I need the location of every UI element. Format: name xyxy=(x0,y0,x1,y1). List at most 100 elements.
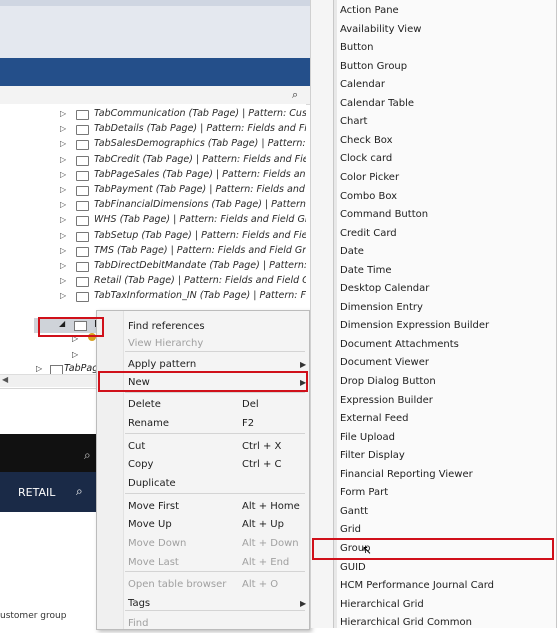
expand-arrow-icon[interactable]: ▷ xyxy=(60,246,66,255)
editor-title-strip xyxy=(0,0,310,6)
child-node-arrow-icon[interactable]: ▷ xyxy=(72,350,78,364)
menu-item-move-first[interactable]: Move First Alt + Home xyxy=(97,498,309,516)
new-menu-item-dimension-expression-builder[interactable]: Dimension Expression Builder xyxy=(340,317,552,335)
new-menu-item-command-button[interactable]: Command Button xyxy=(340,206,552,224)
new-menu-item-document-viewer[interactable]: Document Viewer xyxy=(340,354,552,372)
expand-arrow-icon[interactable]: ▷ xyxy=(60,231,66,240)
menu-item-tags[interactable]: Tags ▶ xyxy=(97,595,309,613)
menu-item-label: External Feed xyxy=(340,413,409,425)
folder-icon xyxy=(76,292,89,303)
new-menu-item-availability-view[interactable]: Availability View xyxy=(340,21,552,39)
nav-header xyxy=(0,434,96,472)
expand-arrow-icon[interactable]: ▷ xyxy=(60,215,66,224)
new-menu-item-form-part[interactable]: Form Part xyxy=(340,484,552,502)
menu-item-shortcut: Ctrl + C xyxy=(242,459,282,470)
new-menu-item-hierarchical-grid[interactable]: Hierarchical Grid xyxy=(340,596,552,614)
tree-node[interactable]: ▷ Retail (Tab Page) | Pattern: Fields and… xyxy=(0,274,306,289)
tree-node-label: TabDirectDebitMandate (Tab Page) | Patte… xyxy=(94,260,306,271)
new-menu-item-credit-card[interactable]: Credit Card xyxy=(340,225,552,243)
new-menu-item-file-upload[interactable]: File Upload xyxy=(340,429,552,447)
menu-item-move-up[interactable]: Move Up Alt + Up xyxy=(97,516,309,534)
new-item-highlight xyxy=(98,371,308,392)
new-menu-item-hcm-performance-journal-card[interactable]: HCM Performance Journal Card xyxy=(340,577,552,595)
new-submenu: Action Pane Availability View Button Button… xyxy=(333,0,557,628)
new-menu-item-filter-display[interactable]: Filter Display xyxy=(340,447,552,465)
new-menu-item-drop-dialog-button[interactable]: Drop Dialog Button xyxy=(340,373,552,391)
new-menu-item-expression-builder[interactable]: Expression Builder xyxy=(340,392,552,410)
tree-node[interactable]: ▷ TabDetails (Tab Page) | Pattern: Fields… xyxy=(0,122,306,137)
new-menu-item-hierarchical-grid-common[interactable]: Hierarchical Grid Common xyxy=(340,614,552,632)
search-icon[interactable]: ⌕ xyxy=(76,484,83,499)
retail-nav-label[interactable]: RETAIL xyxy=(18,486,55,499)
expand-arrow-icon[interactable]: ▷ xyxy=(60,124,66,133)
menu-separator xyxy=(125,433,305,434)
expand-arrow-icon[interactable]: ▷ xyxy=(60,170,66,179)
menu-item-delete[interactable]: Delete Del xyxy=(97,396,309,414)
new-menu-item-color-picker[interactable]: Color Picker xyxy=(340,169,552,187)
new-menu-item-financial-reporting-viewer[interactable]: Financial Reporting Viewer xyxy=(340,466,552,484)
expand-arrow-icon[interactable]: ▷ xyxy=(60,291,66,300)
menu-item-label: Date Time xyxy=(340,264,392,276)
expand-arrow-icon[interactable]: ▷ xyxy=(60,155,66,164)
new-menu-item-button-group[interactable]: Button Group xyxy=(340,58,552,76)
menu-item-duplicate[interactable]: Duplicate xyxy=(97,475,309,493)
submenu-gutter xyxy=(311,0,333,628)
new-menu-item-external-feed[interactable]: External Feed xyxy=(340,410,552,428)
new-menu-item-calendar-table[interactable]: Calendar Table xyxy=(340,95,552,113)
new-menu-item-clock-card[interactable]: Clock card xyxy=(340,150,552,168)
search-icon[interactable]: ⌕ xyxy=(84,448,91,463)
expand-arrow-icon[interactable]: ▷ xyxy=(60,200,66,209)
menu-item-shortcut: Alt + Home xyxy=(242,501,300,512)
new-menu-item-document-attachments[interactable]: Document Attachments xyxy=(340,336,552,354)
folder-icon xyxy=(76,170,89,181)
new-menu-item-grid[interactable]: Grid xyxy=(340,521,552,539)
tree-node[interactable]: ▷ TabPageSales (Tab Page) | Pattern: Fiel… xyxy=(0,168,306,183)
new-menu-item-chart[interactable]: Chart xyxy=(340,113,552,131)
menu-item-shortcut: Alt + Down xyxy=(242,538,299,549)
new-menu-item-guid[interactable]: GUID xyxy=(340,559,552,577)
tree-search-bar[interactable] xyxy=(0,86,310,105)
selected-node-highlight xyxy=(38,317,104,337)
new-menu-item-action-pane[interactable]: Action Pane xyxy=(340,2,552,20)
tree-node[interactable]: ▷ TabSalesDemographics (Tab Page) | Patte… xyxy=(0,137,306,152)
new-menu-item-gantt[interactable]: Gantt xyxy=(340,503,552,521)
new-menu-item-check-box[interactable]: Check Box xyxy=(340,132,552,150)
menu-item-copy[interactable]: Copy Ctrl + C xyxy=(97,456,309,474)
tree-node[interactable]: ▷ WHS (Tab Page) | Pattern: Fields and Fi… xyxy=(0,213,306,228)
folder-icon xyxy=(76,186,89,196)
menu-item-find-references[interactable]: Find references xyxy=(97,318,309,336)
new-menu-item-date-time[interactable]: Date Time xyxy=(340,262,552,280)
new-menu-item-button[interactable]: Button xyxy=(340,39,552,57)
menu-item-move-down: Move Down Alt + Down xyxy=(97,535,309,553)
new-menu-item-combo-box[interactable]: Combo Box xyxy=(340,188,552,206)
tree-node[interactable]: ▷ TabPayment (Tab Page) | Pattern: Fields… xyxy=(0,183,306,198)
editor-toolbar xyxy=(0,58,310,86)
expand-arrow-icon[interactable]: ▷ xyxy=(60,109,66,118)
tree-node[interactable]: ▷ TabCommunication (Tab Page) | Pattern: … xyxy=(0,107,306,122)
expand-arrow-icon[interactable]: ▷ xyxy=(60,261,66,270)
new-menu-item-date[interactable]: Date xyxy=(340,243,552,261)
tree-node-label: TabDetails (Tab Page) | Pattern: Fields … xyxy=(94,123,306,135)
tree-node[interactable]: ▷ TabSetup (Tab Page) | Pattern: Fields a… xyxy=(0,229,306,244)
new-menu-item-desktop-calendar[interactable]: Desktop Calendar xyxy=(340,280,552,298)
tree-node[interactable]: ▷ TabDirectDebitMandate (Tab Page) | Patt… xyxy=(0,259,306,274)
tree-node-label: TabCommunication (Tab Page) | Pattern: C… xyxy=(94,108,306,119)
menu-item-label: Hierarchical Grid xyxy=(340,598,424,610)
tree-node[interactable]: ▷ TMS (Tab Page) | Pattern: Fields and Fi… xyxy=(0,244,306,259)
scroll-left-icon[interactable]: ◀ xyxy=(2,375,8,384)
menu-item-label: Move Down xyxy=(128,538,187,549)
folder-icon xyxy=(76,246,89,257)
search-icon[interactable]: ⌕ xyxy=(292,88,298,102)
tree-node[interactable]: ▷ TabFinancialDimensions (Tab Page) | Pat… xyxy=(0,198,306,213)
new-menu-item-dimension-entry[interactable]: Dimension Entry xyxy=(340,299,552,317)
expand-arrow-icon[interactable]: ▷ xyxy=(60,139,66,148)
tree-node[interactable]: ▷ TabTaxInformation_IN (Tab Page) | Patte… xyxy=(0,289,306,304)
expand-arrow-icon[interactable]: ▷ xyxy=(60,276,66,285)
tree-node[interactable]: ▷ TabCredit (Tab Page) | Pattern: Fields … xyxy=(0,153,306,168)
menu-item-cut[interactable]: Cut Ctrl + X xyxy=(97,438,309,456)
expand-arrow-icon[interactable]: ▷ xyxy=(60,185,66,194)
menu-item-label: Find xyxy=(128,618,149,629)
menu-item-label: Hierarchical Grid Common xyxy=(340,617,472,629)
menu-item-rename[interactable]: Rename F2 xyxy=(97,415,309,433)
new-menu-item-calendar[interactable]: Calendar xyxy=(340,76,552,94)
